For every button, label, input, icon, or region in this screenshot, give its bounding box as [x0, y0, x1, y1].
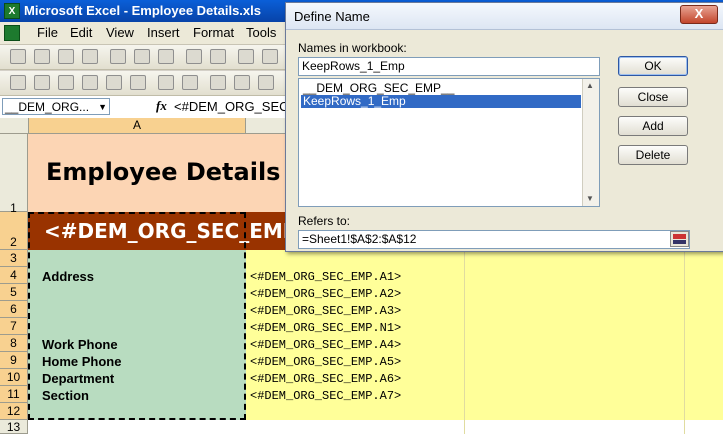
copy-icon[interactable]: [262, 49, 278, 64]
email-icon[interactable]: [110, 49, 126, 64]
window-title: Microsoft Excel - Employee Details.xls: [24, 3, 261, 18]
workbook-icon[interactable]: [4, 25, 20, 41]
list-item-selected[interactable]: KeepRows_1_Emp: [301, 95, 581, 108]
select-all-corner[interactable]: [0, 118, 28, 133]
open-icon[interactable]: [34, 49, 50, 64]
menu-file[interactable]: File: [37, 25, 58, 40]
print-preview-icon[interactable]: [158, 49, 174, 64]
menu-tools[interactable]: Tools: [246, 25, 276, 40]
menu-view[interactable]: View: [106, 25, 134, 40]
spelling-icon[interactable]: [186, 49, 202, 64]
name-box-value: __DEM_ORG...: [5, 100, 90, 114]
row-header-4[interactable]: 4: [0, 267, 28, 284]
formula-input[interactable]: <#DEM_ORG_SEC: [174, 99, 289, 114]
value-cell-n1[interactable]: <#DEM_ORG_SEC_EMP.N1>: [250, 321, 723, 335]
define-name-dialog: Define Name X Names in workbook: KeepRow…: [285, 2, 723, 252]
refers-to-label: Refers to:: [298, 214, 351, 228]
close-button[interactable]: Close: [618, 87, 688, 107]
value-cell-a2[interactable]: <#DEM_ORG_SEC_EMP.A2>: [250, 287, 723, 301]
row-header-10[interactable]: 10: [0, 369, 28, 386]
cut-icon[interactable]: [238, 49, 254, 64]
gridline: [684, 250, 685, 434]
row-header-12[interactable]: 12: [0, 403, 28, 420]
list-scrollbar[interactable]: ▲ ▼: [582, 79, 599, 206]
print-icon[interactable]: [134, 49, 150, 64]
toolbar-icon-6[interactable]: [130, 75, 146, 90]
label-address: Address: [42, 269, 95, 284]
save-icon[interactable]: [58, 49, 74, 64]
name-box[interactable]: __DEM_ORG... ▼: [2, 98, 110, 115]
research-icon[interactable]: [210, 49, 226, 64]
names-list[interactable]: __DEM_ORG_SEC_EMP__ KeepRows_1_Emp ▲ ▼: [298, 78, 600, 207]
value-cell-a7[interactable]: <#DEM_ORG_SEC_EMP.A7>: [250, 389, 723, 403]
column-header-a[interactable]: A: [28, 118, 246, 133]
value-cell-a4[interactable]: <#DEM_ORG_SEC_EMP.A4>: [250, 338, 723, 352]
value-cell-a5[interactable]: <#DEM_ORG_SEC_EMP.A5>: [250, 355, 723, 369]
label-department: Department: [42, 371, 115, 386]
collapse-dialog-icon[interactable]: [670, 231, 689, 247]
menu-insert[interactable]: Insert: [147, 25, 180, 40]
scroll-down-icon[interactable]: ▼: [586, 194, 594, 203]
row-header-7[interactable]: 7: [0, 318, 28, 335]
chevron-down-icon[interactable]: ▼: [98, 99, 107, 116]
label-work-phone: Work Phone: [42, 337, 118, 352]
toolbar-icon-2[interactable]: [34, 75, 50, 90]
value-cell-a6[interactable]: <#DEM_ORG_SEC_EMP.A6>: [250, 372, 723, 386]
close-icon[interactable]: X: [680, 5, 718, 24]
sheet-title: Employee Details: [46, 158, 281, 186]
toolbar-icon-11[interactable]: [258, 75, 274, 90]
add-button[interactable]: Add: [618, 116, 688, 136]
name-input[interactable]: KeepRows_1_Emp: [298, 57, 600, 76]
toolbar-icon-7[interactable]: [158, 75, 174, 90]
menu-edit[interactable]: Edit: [70, 25, 92, 40]
row-header-9[interactable]: 9: [0, 352, 28, 369]
refers-to-input[interactable]: =Sheet1!$A$2:$A$12: [298, 230, 690, 249]
toolbar-icon-10[interactable]: [234, 75, 250, 90]
value-cell-a1[interactable]: <#DEM_ORG_SEC_EMP.A1>: [250, 270, 723, 284]
row-header-8[interactable]: 8: [0, 335, 28, 352]
toolbar-icon-3[interactable]: [58, 75, 74, 90]
toolbar-icon-4[interactable]: [82, 75, 98, 90]
row-header-13[interactable]: 13: [0, 420, 28, 434]
row-header-3[interactable]: 3: [0, 250, 28, 267]
scroll-up-icon[interactable]: ▲: [586, 81, 594, 90]
toolbar-icon-8[interactable]: [182, 75, 198, 90]
row-header-2[interactable]: 2: [0, 212, 28, 250]
row-header-6[interactable]: 6: [0, 301, 28, 318]
insert-function-icon[interactable]: fx: [156, 98, 167, 114]
toolbar-icon-9[interactable]: [210, 75, 226, 90]
toolbar-icon-1[interactable]: [10, 75, 26, 90]
row-header-5[interactable]: 5: [0, 284, 28, 301]
names-label: Names in workbook:: [298, 41, 407, 55]
toolbar-icon-5[interactable]: [106, 75, 122, 90]
row-header-11[interactable]: 11: [0, 386, 28, 403]
menu-format[interactable]: Format: [193, 25, 234, 40]
label-section: Section: [42, 388, 89, 403]
label-home-phone: Home Phone: [42, 354, 122, 369]
gridline: [464, 250, 465, 434]
new-icon[interactable]: [10, 49, 26, 64]
excel-icon: X: [4, 3, 20, 19]
delete-button[interactable]: Delete: [618, 145, 688, 165]
ok-button[interactable]: OK: [618, 56, 688, 76]
dialog-title: Define Name: [294, 9, 370, 24]
dialog-title-bar[interactable]: Define Name X: [286, 3, 723, 30]
permission-icon[interactable]: [82, 49, 98, 64]
value-cell-a3[interactable]: <#DEM_ORG_SEC_EMP.A3>: [250, 304, 723, 318]
row-header-1[interactable]: 1: [0, 134, 28, 215]
